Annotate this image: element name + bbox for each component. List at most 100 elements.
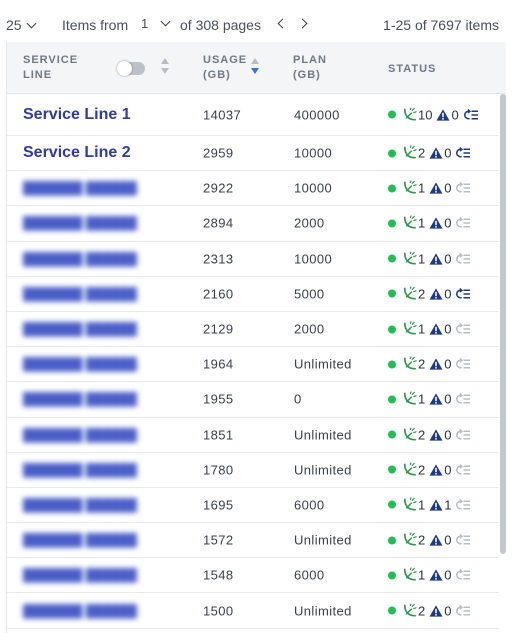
service-line-name-link[interactable]: ███████ ██████: [23, 322, 137, 336]
items-range-label: 1-25 of 7697 items: [383, 17, 499, 33]
dish-count: 1: [418, 567, 426, 583]
plan-cell: Unlimited: [294, 462, 352, 478]
column-header-service-line[interactable]: SERVICE LINE: [23, 53, 78, 83]
alert-count: 0: [444, 180, 452, 196]
service-line-name-link[interactable]: ███████ ██████: [23, 216, 137, 230]
column-header-usage-text: USAGE (GB): [203, 54, 248, 81]
service-line-name-link[interactable]: ███████ ██████: [23, 252, 137, 266]
alert-count: 0: [444, 532, 452, 548]
warning-triangle-icon: [429, 217, 443, 230]
table-row[interactable]: ███████ ██████ 2922 10000 1 0: [7, 171, 499, 207]
table-row[interactable]: ███████ ██████ 1500 Unlimited 2 0: [7, 593, 499, 629]
table-row[interactable]: Service Line 1 14037 400000 10 0: [7, 94, 499, 136]
table-row[interactable]: ███████ ██████ 1695 6000 1 1: [7, 488, 499, 524]
refresh-list-icon[interactable]: [456, 287, 471, 300]
dish-count: 1: [418, 391, 426, 407]
table-row[interactable]: ███████ ██████ 2313 10000 1 0: [7, 242, 499, 277]
sort-usage-icon[interactable]: [250, 58, 260, 78]
usage-cell: 1780: [203, 462, 234, 478]
service-line-name-link[interactable]: ███████ ██████: [23, 533, 137, 547]
page-number-select[interactable]: 1: [141, 16, 148, 31]
service-line-name-link[interactable]: ███████ ██████: [23, 498, 137, 512]
satellite-dish-icon: [402, 462, 417, 477]
table-row[interactable]: ███████ ██████ 2894 2000 1 0: [7, 206, 499, 242]
usage-cell: 1500: [203, 603, 234, 619]
warning-triangle-icon: [429, 147, 443, 160]
refresh-list-icon[interactable]: [456, 534, 471, 547]
green-dot-icon: [388, 110, 396, 119]
pagination-bar: 25 Items from 1 of 308 pages 1-25 of 769…: [0, 0, 513, 42]
refresh-list-icon[interactable]: [456, 182, 471, 195]
table-row[interactable]: ███████ ██████ 1964 Unlimited 2 0: [7, 347, 499, 383]
sort-service-line-icon[interactable]: [160, 58, 170, 78]
service-line-toggle[interactable]: [117, 61, 145, 76]
refresh-list-icon[interactable]: [456, 569, 471, 582]
alert-count: 0: [444, 145, 452, 161]
items-from-label: Items from: [62, 17, 129, 33]
dish-count: 2: [418, 427, 426, 443]
previous-page-icon[interactable]: [276, 18, 286, 30]
warning-triangle-icon: [429, 463, 443, 476]
refresh-list-icon[interactable]: [456, 147, 471, 160]
refresh-list-icon[interactable]: [456, 463, 471, 476]
plan-cell: 10000: [294, 180, 333, 196]
refresh-list-icon[interactable]: [456, 428, 471, 441]
table-row[interactable]: ███████ ██████ 1548 6000 1 0: [7, 558, 499, 594]
refresh-list-icon[interactable]: [456, 217, 471, 230]
service-line-name-link[interactable]: ███████ ██████: [23, 604, 137, 618]
table-row[interactable]: ███████ ██████ 2129 2000 1 0: [7, 312, 499, 348]
plan-cell: 10000: [294, 251, 333, 267]
service-line-name-link[interactable]: ███████ ██████: [23, 428, 137, 442]
satellite-dish-icon: [402, 145, 417, 161]
table-row[interactable]: Service Line 2 2959 10000 2 0: [7, 136, 499, 172]
green-dot-icon: [388, 289, 396, 298]
warning-triangle-icon: [429, 323, 443, 336]
usage-cell: 2959: [203, 145, 234, 161]
table-row[interactable]: ███████ ██████ 1780 Unlimited 2 0: [7, 453, 499, 488]
refresh-list-icon[interactable]: [456, 498, 471, 511]
satellite-dish-icon: [402, 391, 417, 407]
alert-count: 0: [451, 107, 459, 122]
next-page-icon[interactable]: [299, 18, 309, 30]
satellite-dish-icon: [402, 321, 417, 337]
satellite-dish-icon: [402, 215, 417, 231]
table-row[interactable]: ███████ ██████ 1572 Unlimited 2 0: [7, 523, 499, 559]
table-row[interactable]: ███████ ██████ 2160 5000 2 0: [7, 277, 499, 312]
service-line-name-link[interactable]: Service Line 2: [23, 144, 131, 162]
of-pages-label: of 308 pages: [180, 17, 261, 33]
service-line-name-link[interactable]: ███████ ██████: [23, 181, 137, 195]
table-row[interactable]: ███████ ██████ 1955 0 1 0: [7, 382, 499, 418]
page-size-select[interactable]: 25: [6, 17, 37, 33]
service-line-name-link[interactable]: ███████ ██████: [23, 392, 137, 406]
column-header-usage[interactable]: USAGE (GB): [203, 53, 247, 83]
satellite-dish-icon: [402, 602, 417, 618]
chevron-down-icon[interactable]: [160, 16, 171, 27]
dish-count: 2: [418, 462, 426, 478]
service-line-name-link[interactable]: ███████ ██████: [23, 568, 137, 582]
service-line-name-link[interactable]: ███████ ██████: [23, 463, 137, 477]
column-header-plan[interactable]: PLAN (GB): [293, 53, 327, 83]
green-dot-icon: [388, 149, 396, 158]
satellite-dish-icon: [402, 356, 417, 372]
refresh-list-icon[interactable]: [456, 252, 471, 265]
service-line-name-link[interactable]: ███████ ██████: [23, 287, 137, 301]
service-line-name-link[interactable]: Service Line 1: [23, 106, 131, 124]
alert-count: 1: [444, 497, 452, 513]
refresh-list-icon[interactable]: [456, 604, 471, 617]
service-line-name-link[interactable]: ███████ ██████: [23, 357, 137, 371]
plan-cell: 2000: [294, 215, 325, 231]
refresh-list-icon[interactable]: [456, 393, 471, 406]
refresh-list-icon[interactable]: [456, 358, 471, 371]
table-row[interactable]: ███████ ██████ 1851 Unlimited 2 0: [7, 418, 499, 453]
status-cell: 20: [388, 462, 471, 477]
refresh-list-icon[interactable]: [463, 108, 479, 121]
dish-count: 1: [418, 497, 426, 513]
green-dot-icon: [388, 360, 396, 369]
satellite-dish-icon: [402, 180, 417, 196]
refresh-list-icon[interactable]: [456, 322, 471, 336]
satellite-dish-icon: [402, 286, 417, 301]
vertical-scrollbar[interactable]: [500, 94, 506, 554]
usage-cell: 2894: [203, 215, 234, 231]
green-dot-icon: [388, 500, 396, 509]
satellite-dish-icon: [402, 251, 417, 266]
